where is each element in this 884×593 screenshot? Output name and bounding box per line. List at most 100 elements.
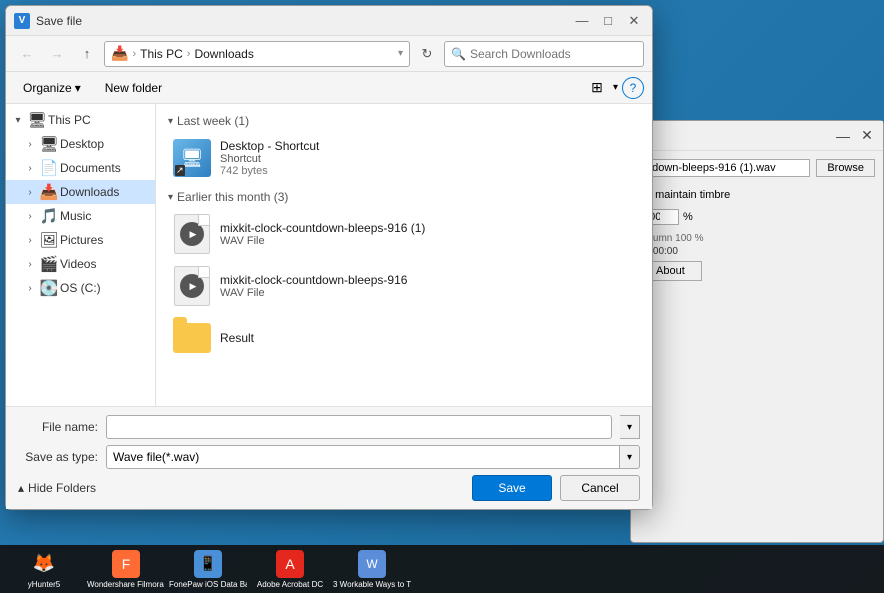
tree-chevron-pictures: › [22, 235, 38, 246]
bg-window-content: ndown-bleeps-916 (1).wav Browse maintain… [631, 151, 883, 289]
file-size-desktop-shortcut: 742 bytes [220, 165, 636, 177]
tree-label-music: Music [60, 209, 151, 223]
dialog-minimize-button[interactable]: — [572, 11, 592, 31]
tree-icon-documents: 📄 [40, 159, 58, 177]
dialog-maximize-button[interactable]: □ [598, 11, 618, 31]
file-item-wav-1[interactable]: mixkit-clock-countdown-bleeps-916 (1) WA… [164, 208, 644, 260]
wav-icon-2 [174, 266, 210, 306]
dialog-actions: ▴ Hide Folders Save Cancel [18, 475, 640, 501]
wav-icon-1 [174, 214, 210, 254]
view-button[interactable]: ⊞ [585, 76, 609, 100]
tree-item-music[interactable]: › 🎵 Music [6, 204, 155, 228]
bg-window-titlebar: — ✕ [631, 121, 883, 151]
address-bar[interactable]: 📥 › This PC › Downloads ▾ [104, 41, 410, 67]
tree-item-downloads[interactable]: › 📥 Downloads [6, 180, 155, 204]
hide-folders-button[interactable]: ▴ Hide Folders [18, 481, 96, 495]
bg-volume-row: Volumn 100 % [639, 233, 875, 244]
tree-label-os-c: OS (C:) [60, 281, 151, 295]
tree-icon-videos: 🎬 [40, 255, 58, 273]
taskbar-item-workable[interactable]: W 3 Workable Ways to Tr... [332, 547, 412, 591]
save-file-dialog: V Save file — □ ✕ ← → ↑ 📥 › This PC › Do… [5, 5, 653, 510]
tree-label-this-pc: This PC [48, 113, 151, 127]
file-item-wav-2[interactable]: mixkit-clock-countdown-bleeps-916 WAV Fi… [164, 260, 644, 312]
filename-dropdown-btn[interactable]: ▾ [620, 415, 640, 439]
organize-chevron-icon: ▾ [75, 81, 81, 95]
savetype-dropdown-btn[interactable]: ▾ [620, 445, 640, 469]
dialog-titlebar: V Save file — □ ✕ [6, 6, 652, 36]
help-button[interactable]: ? [622, 77, 644, 99]
tree-item-os-c[interactable]: › 💽 OS (C:) [6, 276, 155, 300]
tree-panel: ▾ 🖥 This PC › 🖥 Desktop › 📄 Documents › … [6, 104, 156, 406]
dialog-bottom: File name: ▾ Save as type: Wave file(*.w… [6, 406, 652, 509]
file-type-wav-1: WAV File [220, 235, 636, 247]
file-info-wav-2: mixkit-clock-countdown-bleeps-916 WAV Fi… [220, 273, 636, 299]
search-input[interactable] [470, 47, 637, 61]
address-dropdown-chevron[interactable]: ▾ [398, 48, 403, 59]
tree-chevron-music: › [22, 211, 38, 222]
tree-icon-downloads: 📥 [40, 183, 58, 201]
tree-chevron-downloads: › [22, 187, 38, 198]
taskbar-icon-acrobat: A [276, 550, 304, 578]
address-this-pc: This PC [140, 47, 183, 61]
file-info-result: Result [220, 331, 636, 345]
dialog-content: ▾ 🖥 This PC › 🖥 Desktop › 📄 Documents › … [6, 104, 652, 406]
save-button[interactable]: Save [472, 475, 552, 501]
hide-folders-label: Hide Folders [28, 481, 96, 495]
forward-button[interactable]: → [44, 41, 70, 67]
tree-chevron-this-pc: ▾ [10, 115, 26, 126]
group-label-last-week: Last week (1) [177, 114, 249, 128]
up-button[interactable]: ↑ [74, 41, 100, 67]
bg-close-button[interactable]: ✕ [859, 128, 875, 144]
taskbar-icon-fonepaw: 📱 [194, 550, 222, 578]
taskbar-label-workable: 3 Workable Ways to Tr... [333, 580, 411, 589]
tree-label-documents: Documents [60, 161, 151, 175]
organize-button[interactable]: Organize ▾ [14, 76, 90, 100]
tree-item-pictures[interactable]: › 🖼 Pictures [6, 228, 155, 252]
tree-item-this-pc[interactable]: ▾ 🖥 This PC [6, 108, 155, 132]
savetype-row: Save as type: Wave file(*.wav) ▾ [18, 445, 640, 469]
taskbar-icon-filmora: F [112, 550, 140, 578]
tree-item-documents[interactable]: › 📄 Documents [6, 156, 155, 180]
new-folder-button[interactable]: New folder [96, 76, 171, 100]
taskbar-item-fonepaw[interactable]: 📱 FonePaw iOS Data Baku... [168, 547, 248, 591]
group-header-earlier-month[interactable]: ▾ Earlier this month (3) [164, 184, 644, 208]
filename-input[interactable] [106, 415, 612, 439]
tree-chevron-desktop: › [22, 139, 38, 150]
address-separator-2: › [187, 48, 191, 60]
taskbar-item-yhunter5[interactable]: 🦊 yHunter5 [4, 547, 84, 591]
bg-filename-row: ndown-bleeps-916 (1).wav Browse [639, 159, 875, 177]
shortcut-arrow-icon: ↗ [175, 165, 185, 176]
search-box[interactable]: 🔍 [444, 41, 644, 67]
taskbar-item-filmora[interactable]: F Wondershare Filmora 11 [86, 547, 166, 591]
tree-chevron-os-c: › [22, 283, 38, 294]
tree-label-pictures: Pictures [60, 233, 151, 247]
cancel-button[interactable]: Cancel [560, 475, 640, 501]
group-header-last-week[interactable]: ▾ Last week (1) [164, 108, 644, 132]
dialog-nav-toolbar: ← → ↑ 📥 › This PC › Downloads ▾ ↻ 🔍 [6, 36, 652, 72]
view-dropdown-chevron[interactable]: ▾ [613, 82, 618, 93]
tree-item-videos[interactable]: › 🎬 Videos [6, 252, 155, 276]
tree-label-downloads: Downloads [60, 185, 151, 199]
back-button[interactable]: ← [14, 41, 40, 67]
file-name-result: Result [220, 331, 636, 345]
dialog-title-text: Save file [36, 14, 566, 28]
filename-row: File name: ▾ [18, 415, 640, 439]
group-label-earlier-month: Earlier this month (3) [177, 190, 288, 204]
file-item-result-folder[interactable]: Result [164, 312, 644, 364]
tree-item-desktop[interactable]: › 🖥 Desktop [6, 132, 155, 156]
taskbar-label-fonepaw: FonePaw iOS Data Baku... [169, 580, 247, 589]
file-item-desktop-shortcut[interactable]: 🖥 ↗ Desktop - Shortcut Shortcut 742 byte… [164, 132, 644, 184]
taskbar-item-acrobat[interactable]: A Adobe Acrobat DC [250, 547, 330, 591]
shortcut-icon: 🖥 ↗ [173, 139, 211, 177]
tree-chevron-videos: › [22, 259, 38, 270]
file-type-wav-2: WAV File [220, 287, 636, 299]
tree-label-videos: Videos [60, 257, 151, 271]
bg-browse-button[interactable]: Browse [816, 159, 875, 177]
bg-minimize-button[interactable]: — [835, 128, 851, 144]
refresh-button[interactable]: ↻ [414, 41, 440, 67]
savetype-value: Wave file(*.wav) [106, 445, 620, 469]
dialog-close-button[interactable]: ✕ [624, 11, 644, 31]
group-chevron-last-week: ▾ [168, 116, 173, 127]
file-info-desktop-shortcut: Desktop - Shortcut Shortcut 742 bytes [220, 139, 636, 177]
wav-play-icon-2 [180, 274, 204, 298]
